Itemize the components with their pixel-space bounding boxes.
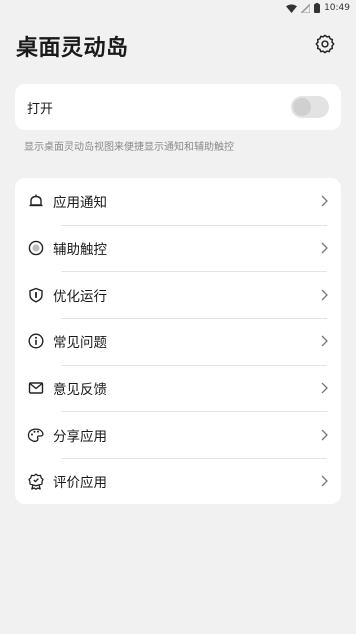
chevron-right-icon xyxy=(319,288,329,302)
enable-card: 打开 xyxy=(15,84,341,130)
enable-label: 打开 xyxy=(27,101,54,117)
status-time: 10:49 xyxy=(324,3,350,13)
enable-switch[interactable] xyxy=(291,96,329,118)
menu-item-label: 辅助触控 xyxy=(53,242,107,259)
description-text: 显示桌面灵动岛视图来便捷显示通知和辅助触控 xyxy=(24,142,234,153)
menu-item-label: 常见问题 xyxy=(53,335,107,352)
battery-icon xyxy=(314,3,321,13)
rate-badge-icon xyxy=(27,472,45,490)
assistive-touch-icon xyxy=(27,239,45,257)
gear-icon xyxy=(314,33,336,59)
signal-icon xyxy=(301,3,311,13)
menu-item-optimize[interactable]: 优化运行 xyxy=(15,271,341,318)
menu-item-share-app[interactable]: 分享应用 xyxy=(15,411,341,458)
chevron-right-icon xyxy=(319,474,329,488)
status-bar: 10:49 xyxy=(0,0,356,16)
menu-item-rate-app[interactable]: 评价应用 xyxy=(15,458,341,505)
menu-item-faq[interactable]: 常见问题 xyxy=(15,318,341,365)
chevron-right-icon xyxy=(319,381,329,395)
switch-knob xyxy=(293,98,311,116)
mail-icon xyxy=(27,379,45,397)
bell-icon xyxy=(27,192,45,210)
app-header: 桌面灵动岛 xyxy=(16,28,340,64)
menu-item-label: 意见反馈 xyxy=(53,382,107,399)
menu-item-label: 应用通知 xyxy=(53,195,107,212)
chevron-right-icon xyxy=(319,334,329,348)
shield-icon xyxy=(27,286,45,304)
info-icon xyxy=(27,332,45,350)
menu-item-label: 优化运行 xyxy=(53,288,107,305)
wifi-icon xyxy=(286,3,298,13)
chevron-right-icon xyxy=(319,194,329,208)
page-title: 桌面灵动岛 xyxy=(16,36,129,61)
settings-button[interactable] xyxy=(312,33,338,59)
menu-item-feedback[interactable]: 意见反馈 xyxy=(15,364,341,412)
share-icon xyxy=(27,426,45,444)
menu-item-assistive-touch[interactable]: 辅助触控 xyxy=(15,224,341,272)
chevron-right-icon xyxy=(319,241,329,255)
menu-item-label: 分享应用 xyxy=(53,428,107,445)
menu-card: 应用通知 辅助触控 优化运行 常见问题 意见反馈 分享应用 评价应用 xyxy=(15,178,341,504)
menu-item-label: 评价应用 xyxy=(53,475,107,492)
chevron-right-icon xyxy=(319,428,329,442)
menu-item-app-notifications[interactable]: 应用通知 xyxy=(15,178,341,225)
